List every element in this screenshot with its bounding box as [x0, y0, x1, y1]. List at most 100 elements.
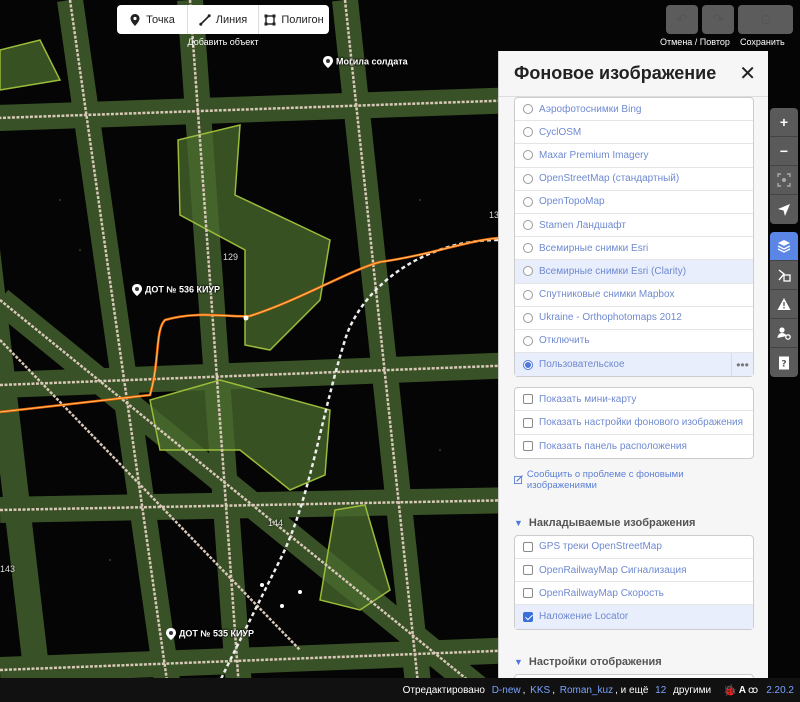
save-caption: Сохранить — [740, 37, 785, 47]
option-label: GPS треки OpenStreetMap — [539, 541, 662, 553]
option-label: Показать панель расположения — [539, 440, 687, 452]
map-label-text: ДОТ № 536 КИУР — [145, 284, 221, 295]
radio-button[interactable] — [523, 104, 533, 115]
overlays-section-toggle[interactable]: ▼ Накладываемые изображения — [514, 517, 754, 529]
checkbox[interactable] — [523, 417, 533, 428]
background-option[interactable]: Ukraine - Orthophotomaps 2012 — [515, 307, 753, 330]
redo-button[interactable]: ↷ — [702, 5, 734, 34]
elevation-label: 144 — [268, 518, 284, 528]
add-line-button[interactable]: Линия — [188, 5, 259, 34]
undo-icon: ↶ — [676, 11, 688, 27]
option-label: Всемирные снимки Esri — [539, 242, 649, 254]
option-label: OpenRailwayMap Сигнализация — [539, 564, 687, 576]
checkbox[interactable] — [523, 611, 533, 622]
add-point-button[interactable]: Точка — [117, 5, 188, 34]
background-pane: Фоновое изображение ✕ Аэрофотоснимки Bin… — [498, 51, 768, 678]
map-label-memorial[interactable]: Могила солдата — [323, 56, 408, 68]
background-option[interactable]: CyclOSM — [515, 121, 753, 145]
background-option[interactable]: OpenTopoMap — [515, 191, 753, 214]
checkbox-option[interactable]: GPS треки OpenStreetMap — [515, 536, 753, 559]
option-label: OpenStreetMap (стандартный) — [539, 173, 680, 185]
checkbox-option[interactable]: Показать панель расположения — [515, 435, 753, 458]
chevron-down-icon: ▼ — [514, 656, 523, 667]
footer-user-link[interactable]: D-new — [492, 685, 521, 696]
radio-button[interactable] — [523, 335, 533, 346]
footer-prefix: Отредактировано — [402, 684, 485, 696]
checkbox-option[interactable]: Показать мини-карту — [515, 388, 753, 412]
layers-icon — [777, 240, 791, 253]
radio-button[interactable] — [523, 127, 533, 138]
zoom-in-button[interactable]: + — [770, 108, 798, 137]
checkbox-option[interactable]: Показать настройки фонового изображения — [515, 411, 753, 435]
radio-button[interactable] — [523, 243, 533, 254]
option-label: Наложение Locator — [539, 611, 629, 623]
map-label-bunker-536[interactable]: ДОТ № 536 КИУР — [132, 284, 220, 296]
issues-pane-button[interactable] — [770, 290, 798, 319]
display-settings-section-title: Настройки отображения — [528, 655, 662, 668]
version-link[interactable]: 2.20.2 — [766, 685, 794, 696]
geolocate-button[interactable] — [770, 195, 798, 224]
close-icon[interactable]: ✕ — [739, 64, 756, 84]
pane-header: Фоновое изображение ✕ — [499, 51, 768, 97]
add-polygon-label: Полигон — [281, 13, 324, 26]
checkbox-option[interactable]: OpenRailwayMap Скорость — [515, 582, 753, 606]
preferences-pane-button[interactable] — [770, 319, 798, 348]
zoom-out-button[interactable]: − — [770, 137, 798, 166]
option-label: Отключить — [539, 335, 590, 347]
option-label: Пользовательское — [539, 359, 625, 371]
background-option[interactable]: Всемирные снимки Esri — [515, 237, 753, 261]
option-label: Maxar Premium Imagery — [539, 149, 649, 161]
radio-button[interactable] — [523, 196, 533, 207]
accessibility-icon[interactable]: A — [739, 685, 746, 696]
add-feature-caption: Добавить объект — [187, 37, 259, 47]
radio-button[interactable] — [523, 173, 533, 184]
bunker-pin-icon — [132, 284, 142, 296]
footer-user-link[interactable]: KKS — [530, 685, 550, 696]
background-option[interactable]: Аэрофотоснимки Bing — [515, 98, 753, 122]
background-option[interactable]: Stamen Ландшафт — [515, 214, 753, 238]
map-label-bunker-535[interactable]: ДОТ № 535 КИУР — [166, 628, 254, 640]
option-label: Показать мини-карту — [539, 393, 637, 405]
map-label-text: ДОТ № 535 КИУР — [179, 628, 255, 639]
help-pane-button[interactable]: ? — [770, 348, 798, 377]
radio-button[interactable] — [523, 359, 533, 370]
checkbox[interactable] — [523, 565, 533, 576]
zoom-out-icon: − — [779, 143, 789, 159]
checkbox[interactable] — [523, 441, 533, 452]
radio-button[interactable] — [523, 289, 533, 300]
pane-title: Фоновое изображение — [514, 63, 717, 83]
background-option[interactable]: Всемирные снимки Esri (Clarity) — [515, 260, 753, 284]
chevron-down-icon: ▼ — [514, 517, 523, 528]
background-option[interactable]: Maxar Premium Imagery — [515, 144, 753, 168]
checkbox[interactable] — [523, 541, 533, 552]
bug-icon[interactable]: 🐞 — [723, 684, 737, 697]
background-pane-button[interactable] — [770, 232, 798, 261]
background-option[interactable]: Пользовательское ••• — [515, 353, 753, 377]
report-imagery-link[interactable]: Сообщить о проблеме с фоновыми изображен… — [514, 469, 754, 491]
checkbox[interactable] — [523, 588, 533, 599]
bunker-pin-icon — [166, 628, 176, 640]
option-label: Показать настройки фонового изображения — [539, 417, 744, 429]
save-button[interactable]: ⊙ — [738, 5, 793, 34]
elevation-label: 129 — [223, 252, 239, 262]
undo-button[interactable]: ↶ — [666, 5, 698, 34]
background-option[interactable]: OpenStreetMap (стандартный) — [515, 168, 753, 191]
radio-button[interactable] — [523, 150, 533, 161]
checkbox-option[interactable]: OpenRailwayMap Сигнализация — [515, 559, 753, 583]
footer-more-count[interactable]: 12 — [655, 685, 666, 696]
checkbox-option[interactable]: Наложение Locator — [515, 605, 753, 629]
display-settings-section-toggle[interactable]: ▼ Настройки отображения — [514, 656, 754, 668]
background-option[interactable]: Спутниковые снимки Mapbox — [515, 284, 753, 307]
radio-button[interactable] — [523, 266, 533, 277]
radio-button[interactable] — [523, 312, 533, 323]
map-data-pane-button[interactable] — [770, 261, 798, 290]
add-polygon-button[interactable]: Полигон — [259, 5, 329, 34]
background-option[interactable]: Отключить — [515, 330, 753, 354]
map-controls: + − ? — [770, 108, 798, 385]
more-options-icon[interactable]: ••• — [731, 353, 753, 377]
radio-button[interactable] — [523, 220, 533, 231]
checkbox[interactable] — [523, 394, 533, 405]
display-options-list: Показать мини-карту Показать настройки фо… — [514, 387, 754, 459]
footer-user-link[interactable]: Roman_kuz — [560, 685, 613, 696]
zoom-to-selection-button[interactable] — [770, 166, 798, 195]
